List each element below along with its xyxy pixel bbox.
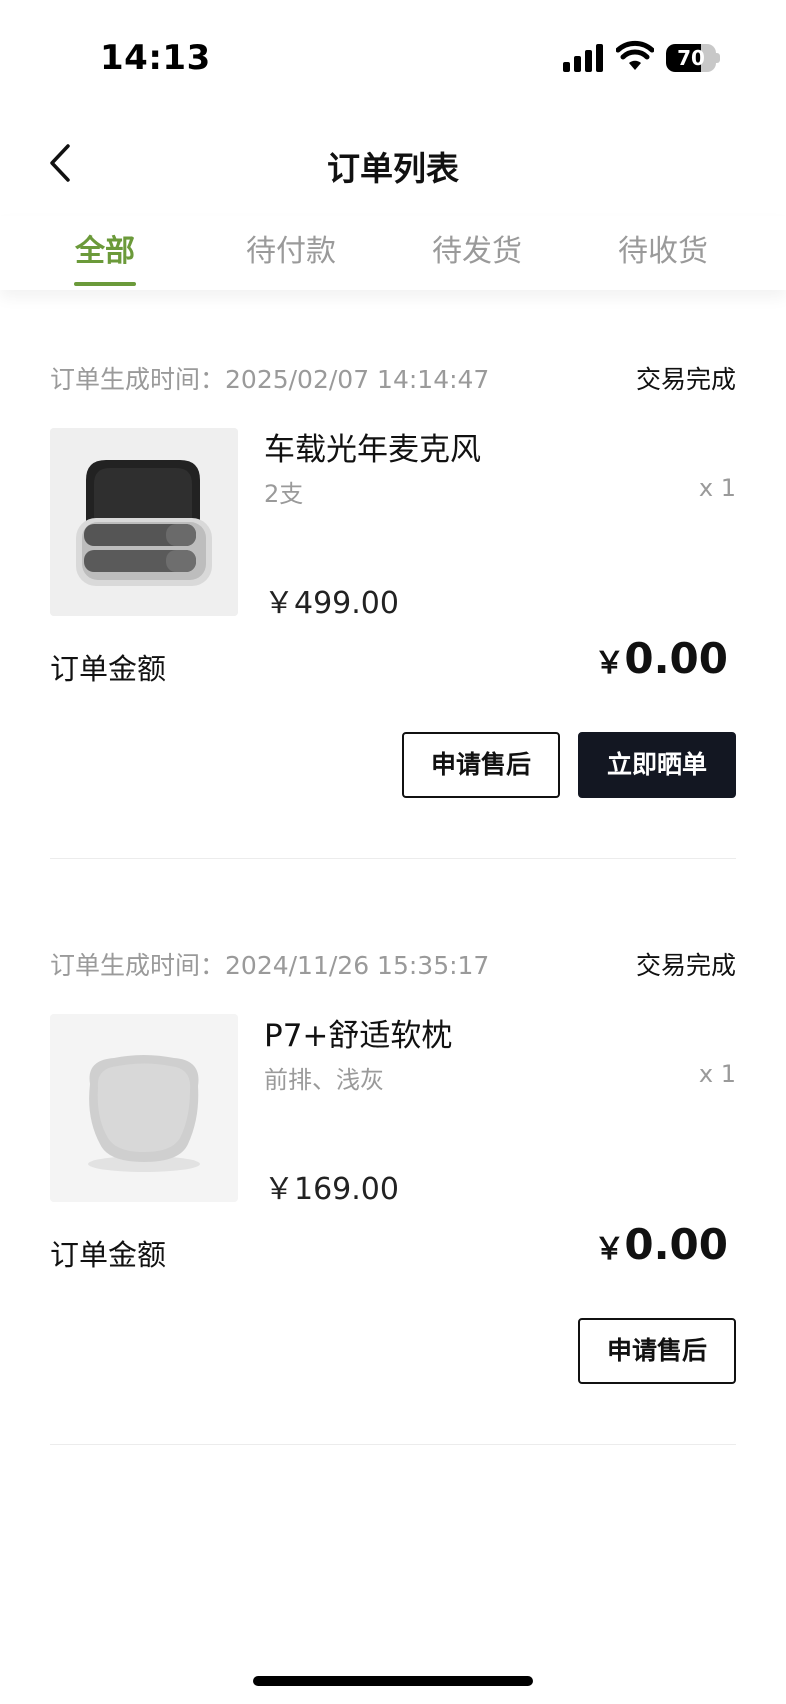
microphone-case-image bbox=[50, 428, 238, 616]
page-title: 订单列表 bbox=[327, 149, 459, 188]
battery-icon: 70 bbox=[666, 44, 720, 72]
order-amount: ￥0.00 bbox=[594, 634, 728, 683]
amount-currency: ￥ bbox=[594, 646, 625, 681]
created-label: 订单生成时间： bbox=[50, 365, 226, 394]
tab-pending-payment[interactable]: 待付款 bbox=[198, 226, 384, 284]
product-image[interactable] bbox=[50, 428, 238, 616]
order-status: 交易完成 bbox=[635, 365, 736, 394]
tab-label: 待发货 bbox=[432, 234, 522, 269]
tab-all[interactable]: 全部 bbox=[12, 226, 198, 286]
product-price: ￥499.00 bbox=[264, 586, 399, 621]
tab-pending-shipment[interactable]: 待发货 bbox=[384, 226, 570, 284]
order-amount-label: 订单金额 bbox=[50, 1238, 167, 1272]
order-created-time: 订单生成时间：2024/11/26 15:35:17 bbox=[50, 946, 489, 982]
tab-label: 待付款 bbox=[246, 234, 336, 269]
amount-number: 0.00 bbox=[624, 1220, 728, 1269]
battery-level: 70 bbox=[677, 46, 705, 70]
after-sales-button[interactable]: 申请售后 bbox=[402, 732, 560, 798]
tab-label: 待收货 bbox=[618, 234, 708, 269]
created-at: 2024/11/26 15:35:17 bbox=[225, 951, 490, 980]
product-name[interactable]: P7+舒适软枕 bbox=[264, 1010, 452, 1055]
order-created-time: 订单生成时间：2025/02/07 14:14:47 bbox=[50, 360, 489, 396]
tab-pending-receipt[interactable]: 待收货 bbox=[570, 226, 756, 284]
amount-currency: ￥ bbox=[594, 1232, 625, 1267]
home-indicator[interactable] bbox=[253, 1676, 533, 1686]
order-amount-label: 订单金额 bbox=[50, 652, 167, 686]
pillow-image bbox=[50, 1014, 238, 1202]
amount-number: 0.00 bbox=[624, 634, 728, 683]
created-label: 订单生成时间： bbox=[50, 951, 226, 980]
product-price: ￥169.00 bbox=[264, 1172, 399, 1207]
product-image[interactable] bbox=[50, 1014, 238, 1202]
after-sales-button[interactable]: 申请售后 bbox=[578, 1318, 736, 1384]
divider bbox=[50, 1444, 736, 1445]
active-tab-indicator bbox=[74, 282, 136, 286]
product-quantity: x 1 bbox=[698, 474, 736, 502]
cellular-signal-icon bbox=[563, 44, 605, 72]
product-spec: 2支 bbox=[264, 480, 304, 508]
share-review-button[interactable]: 立即晒单 bbox=[578, 732, 736, 798]
nav-bar: 订单列表 bbox=[0, 116, 786, 216]
order-amount: ￥0.00 bbox=[594, 1220, 728, 1269]
product-quantity: x 1 bbox=[698, 1060, 736, 1088]
status-bar: 14:13 70 bbox=[0, 0, 786, 116]
wifi-icon bbox=[616, 40, 654, 70]
order-tabs: 全部 待付款 待发货 待收货 bbox=[0, 216, 786, 290]
product-name[interactable]: 车载光年麦克风 bbox=[264, 424, 481, 469]
created-at: 2025/02/07 14:14:47 bbox=[225, 365, 490, 394]
order-status: 交易完成 bbox=[635, 951, 736, 980]
tab-label: 全部 bbox=[75, 234, 135, 269]
status-time: 14:13 bbox=[100, 38, 211, 78]
divider bbox=[50, 858, 736, 859]
product-spec: 前排、浅灰 bbox=[264, 1066, 384, 1094]
